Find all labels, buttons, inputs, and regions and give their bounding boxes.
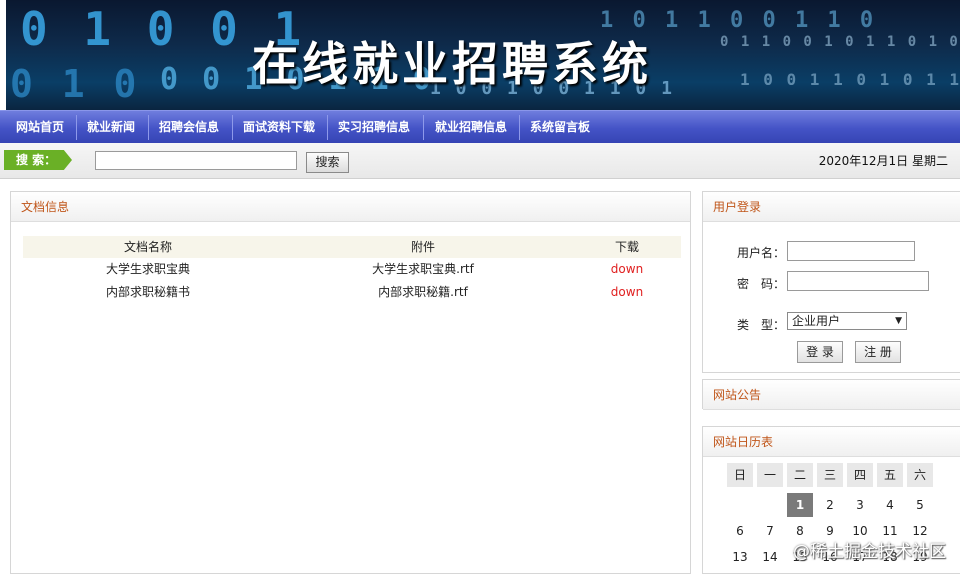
banner-digit-art: 1 0 0 1 1 0 1 0 1 1 0	[740, 70, 960, 89]
calendar-weekday: 六	[907, 463, 933, 487]
nav-item-jobs[interactable]: 就业招聘信息	[435, 111, 507, 144]
document-name: 内部求职秘籍书	[105, 285, 190, 299]
nav-item-job-fair[interactable]: 招聘会信息	[159, 111, 219, 144]
calendar-weekday: 日	[727, 463, 753, 487]
calendar-day[interactable]: 7	[757, 519, 783, 543]
banner-edge	[0, 0, 6, 110]
calendar-day-today[interactable]: 1	[787, 493, 813, 517]
search-label: 搜 索：	[4, 150, 72, 170]
documents-table: 文档名称 附件 下载 大学生求职宝典 大学生求职宝典.rtf down 内部求职…	[23, 236, 681, 304]
documents-panel-title: 文档信息	[11, 192, 690, 222]
calendar-weekday: 三	[817, 463, 843, 487]
download-link[interactable]: down	[573, 258, 681, 281]
current-date: 2020年12月1日 星期二	[818, 154, 948, 168]
notice-panel-title: 网站公告	[703, 380, 960, 410]
main-nav: 网站首页 就业新闻 招聘会信息 面试资料下载 实习招聘信息 就业招聘信息 系统留…	[0, 110, 960, 143]
login-panel-title: 用户登录	[703, 192, 960, 222]
calendar-weekday: 四	[847, 463, 873, 487]
banner-digit-art: 0 1 1 0 0 1 0 1 1 0 1 0 0 1	[720, 34, 960, 50]
calendar-day[interactable]: 3	[847, 493, 873, 517]
document-name: 大学生求职宝典	[105, 262, 190, 276]
user-type-value: 企业用户	[792, 314, 841, 328]
table-row: 内部求职秘籍书 内部求职秘籍.rtf down	[23, 281, 681, 304]
nav-item-home[interactable]: 网站首页	[16, 111, 64, 144]
document-file: 内部求职秘籍.rtf	[378, 285, 468, 299]
banner-digit-art: 0 1 0	[10, 62, 140, 106]
search-button[interactable]: 搜索	[306, 152, 349, 173]
login-panel: 用户登录 用户名： 密 码： 类 型： 企业用户 ▼ 登 录 注 册	[702, 191, 960, 373]
site-title: 在线就业招聘系统	[252, 37, 652, 91]
nav-separator	[327, 115, 328, 140]
documents-panel: 文档信息 文档名称 附件 下载 大学生求职宝典 大学生求职宝典.rtf down…	[10, 191, 691, 574]
nav-separator	[232, 115, 233, 140]
nav-separator	[76, 115, 77, 140]
search-bar: 搜 索： 搜索 2020年12月1日 星期二	[0, 143, 960, 179]
username-label: 用户名：	[737, 246, 786, 260]
login-button[interactable]: 登 录	[797, 341, 843, 363]
watermark: @稀土掘金技术社区	[793, 542, 946, 562]
nav-item-interview-download[interactable]: 面试资料下载	[243, 111, 315, 144]
column-header-download: 下载	[614, 240, 639, 254]
download-link[interactable]: down	[573, 281, 681, 304]
dropdown-arrow-icon: ▼	[895, 316, 902, 326]
column-header-attachment: 附件	[410, 240, 435, 254]
calendar-day[interactable]: 14	[757, 545, 783, 569]
table-header: 文档名称 附件 下载	[23, 236, 681, 258]
nav-item-guestbook[interactable]: 系统留言板	[530, 111, 590, 144]
notice-panel: 网站公告	[702, 379, 960, 410]
username-field[interactable]	[787, 241, 915, 261]
table-row: 大学生求职宝典 大学生求职宝典.rtf down	[23, 258, 681, 281]
nav-item-internship[interactable]: 实习招聘信息	[338, 111, 410, 144]
calendar-day[interactable]: 6	[727, 519, 753, 543]
user-type-select[interactable]: 企业用户 ▼	[787, 312, 907, 330]
password-field[interactable]	[787, 271, 929, 291]
calendar-day[interactable]: 5	[907, 493, 933, 517]
password-label: 密 码：	[737, 277, 786, 291]
calendar-day[interactable]: 4	[877, 493, 903, 517]
type-label: 类 型：	[737, 318, 786, 332]
search-input[interactable]	[95, 151, 297, 170]
calendar-day[interactable]: 13	[727, 545, 753, 569]
document-file: 大学生求职宝典.rtf	[372, 262, 474, 276]
calendar-weekday: 二	[787, 463, 813, 487]
header-banner: 0 1 0 0 1 0 1 0 0 0 1 0 1 1 0 1 0 0 1 0 …	[0, 0, 960, 110]
calendar-panel-title: 网站日历表	[703, 427, 960, 457]
nav-separator	[519, 115, 520, 140]
column-header-name: 文档名称	[123, 240, 172, 254]
nav-separator	[423, 115, 424, 140]
calendar-day[interactable]: 2	[817, 493, 843, 517]
register-button[interactable]: 注 册	[855, 341, 901, 363]
calendar-weekday: 一	[757, 463, 783, 487]
calendar-weekday: 五	[877, 463, 903, 487]
nav-separator	[148, 115, 149, 140]
nav-item-news[interactable]: 就业新闻	[87, 111, 135, 144]
